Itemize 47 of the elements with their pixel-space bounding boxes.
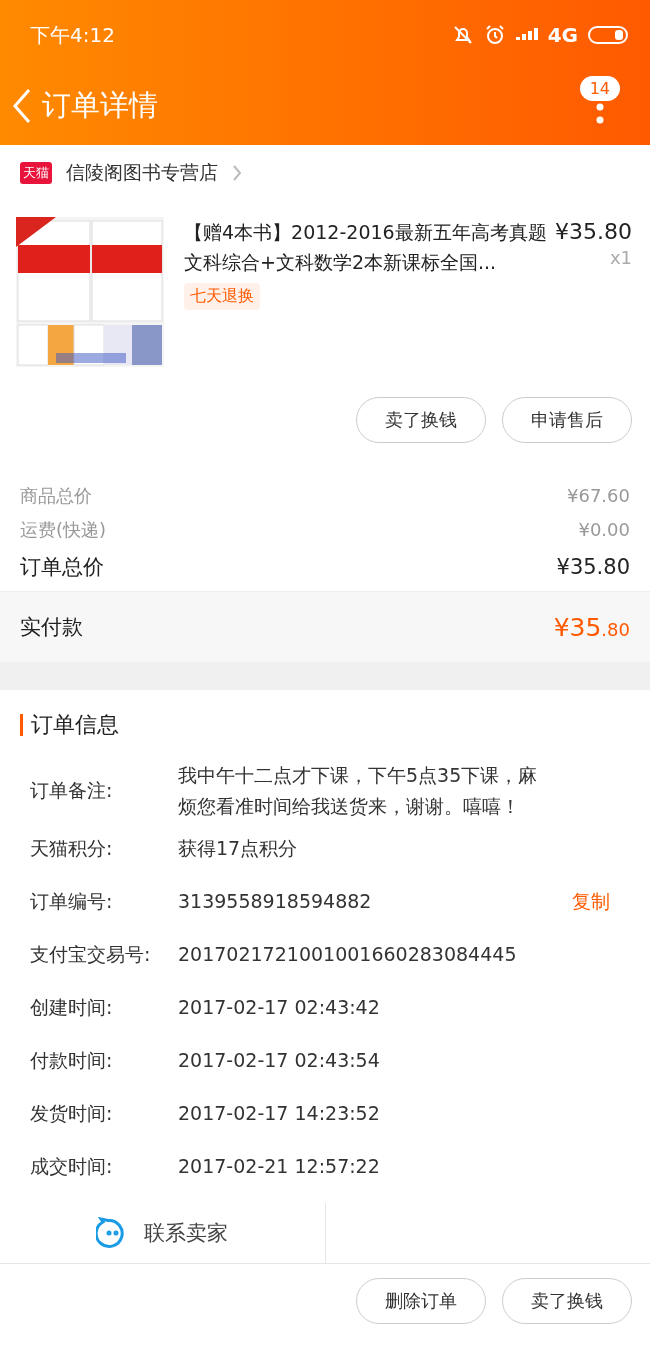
info-label: 创建时间: (30, 994, 114, 1020)
contact-seller-button[interactable]: 联系卖家 (0, 1203, 325, 1263)
network-label: 4G (547, 23, 578, 47)
return-policy-tag: 七天退换 (184, 283, 260, 310)
info-label: 成交时间: (30, 1153, 114, 1179)
summary-label: 商品总价 (20, 484, 92, 508)
order-action-button[interactable]: 删除订单 (356, 1278, 486, 1324)
info-value: 3139558918594882 (178, 889, 372, 914)
shop-row[interactable]: 天猫 信陵阁图书专营店 (0, 145, 650, 201)
mute-bell-icon (451, 24, 474, 46)
back-icon[interactable] (12, 88, 32, 124)
product-price: ¥35.80 (555, 218, 632, 246)
info-label: 付款时间: (30, 1047, 114, 1073)
info-value: 2017-02-17 14:23:52 (178, 1101, 380, 1126)
summary-value: ¥0.00 (578, 518, 630, 542)
product-title[interactable]: 【赠4本书】2012-2016最新五年高考真题文科综合+文科数学2本新课标全国... (184, 217, 547, 277)
info-value: 2017-02-21 12:57:22 (178, 1154, 380, 1179)
paid-label: 实付款 (20, 614, 83, 641)
chevron-right-icon (232, 164, 242, 182)
info-label: 天猫积分: (30, 835, 114, 861)
info-value: 2017021721001001660283084445 (178, 942, 517, 967)
status-time: 下午4:12 (30, 21, 115, 49)
page-title: 订单详情 (42, 87, 159, 124)
info-label: 订单编号: (30, 888, 114, 914)
info-label: 订单备注: (30, 778, 114, 803)
item-action-button[interactable]: 申请售后 (502, 397, 632, 443)
summary-value: ¥67.60 (567, 484, 630, 508)
summary-label: 订单总价 (20, 554, 104, 581)
tmall-badge: 天猫 (20, 162, 52, 184)
info-value: 获得17点积分 (178, 836, 298, 861)
item-action-button[interactable]: 卖了换钱 (356, 397, 486, 443)
summary-value: ¥35.80 (556, 554, 630, 581)
paid-amount: ¥35.80 (553, 612, 630, 642)
summary-label: 运费(快递) (20, 518, 107, 542)
info-label: 支付宝交易号: (30, 941, 152, 967)
signal-icon (515, 27, 538, 43)
shop-name: 信陵阁图书专营店 (66, 160, 218, 185)
info-value: 2017-02-17 02:43:42 (178, 995, 380, 1020)
section-title: 订单信息 (31, 711, 119, 739)
product-quantity: x1 (609, 247, 632, 268)
battery-icon (588, 26, 628, 44)
notification-badge: 14 (579, 75, 620, 101)
more-icon[interactable] (595, 102, 604, 125)
info-value: 我中午十二点才下课，下午5点35下课，麻烦您看准时间给我送货来，谢谢。嘻嘻！ (178, 763, 538, 819)
order-action-button[interactable]: 卖了换钱 (502, 1278, 632, 1324)
info-label: 发货时间: (30, 1100, 114, 1126)
info-value: 2017-02-17 02:43:54 (178, 1048, 380, 1073)
